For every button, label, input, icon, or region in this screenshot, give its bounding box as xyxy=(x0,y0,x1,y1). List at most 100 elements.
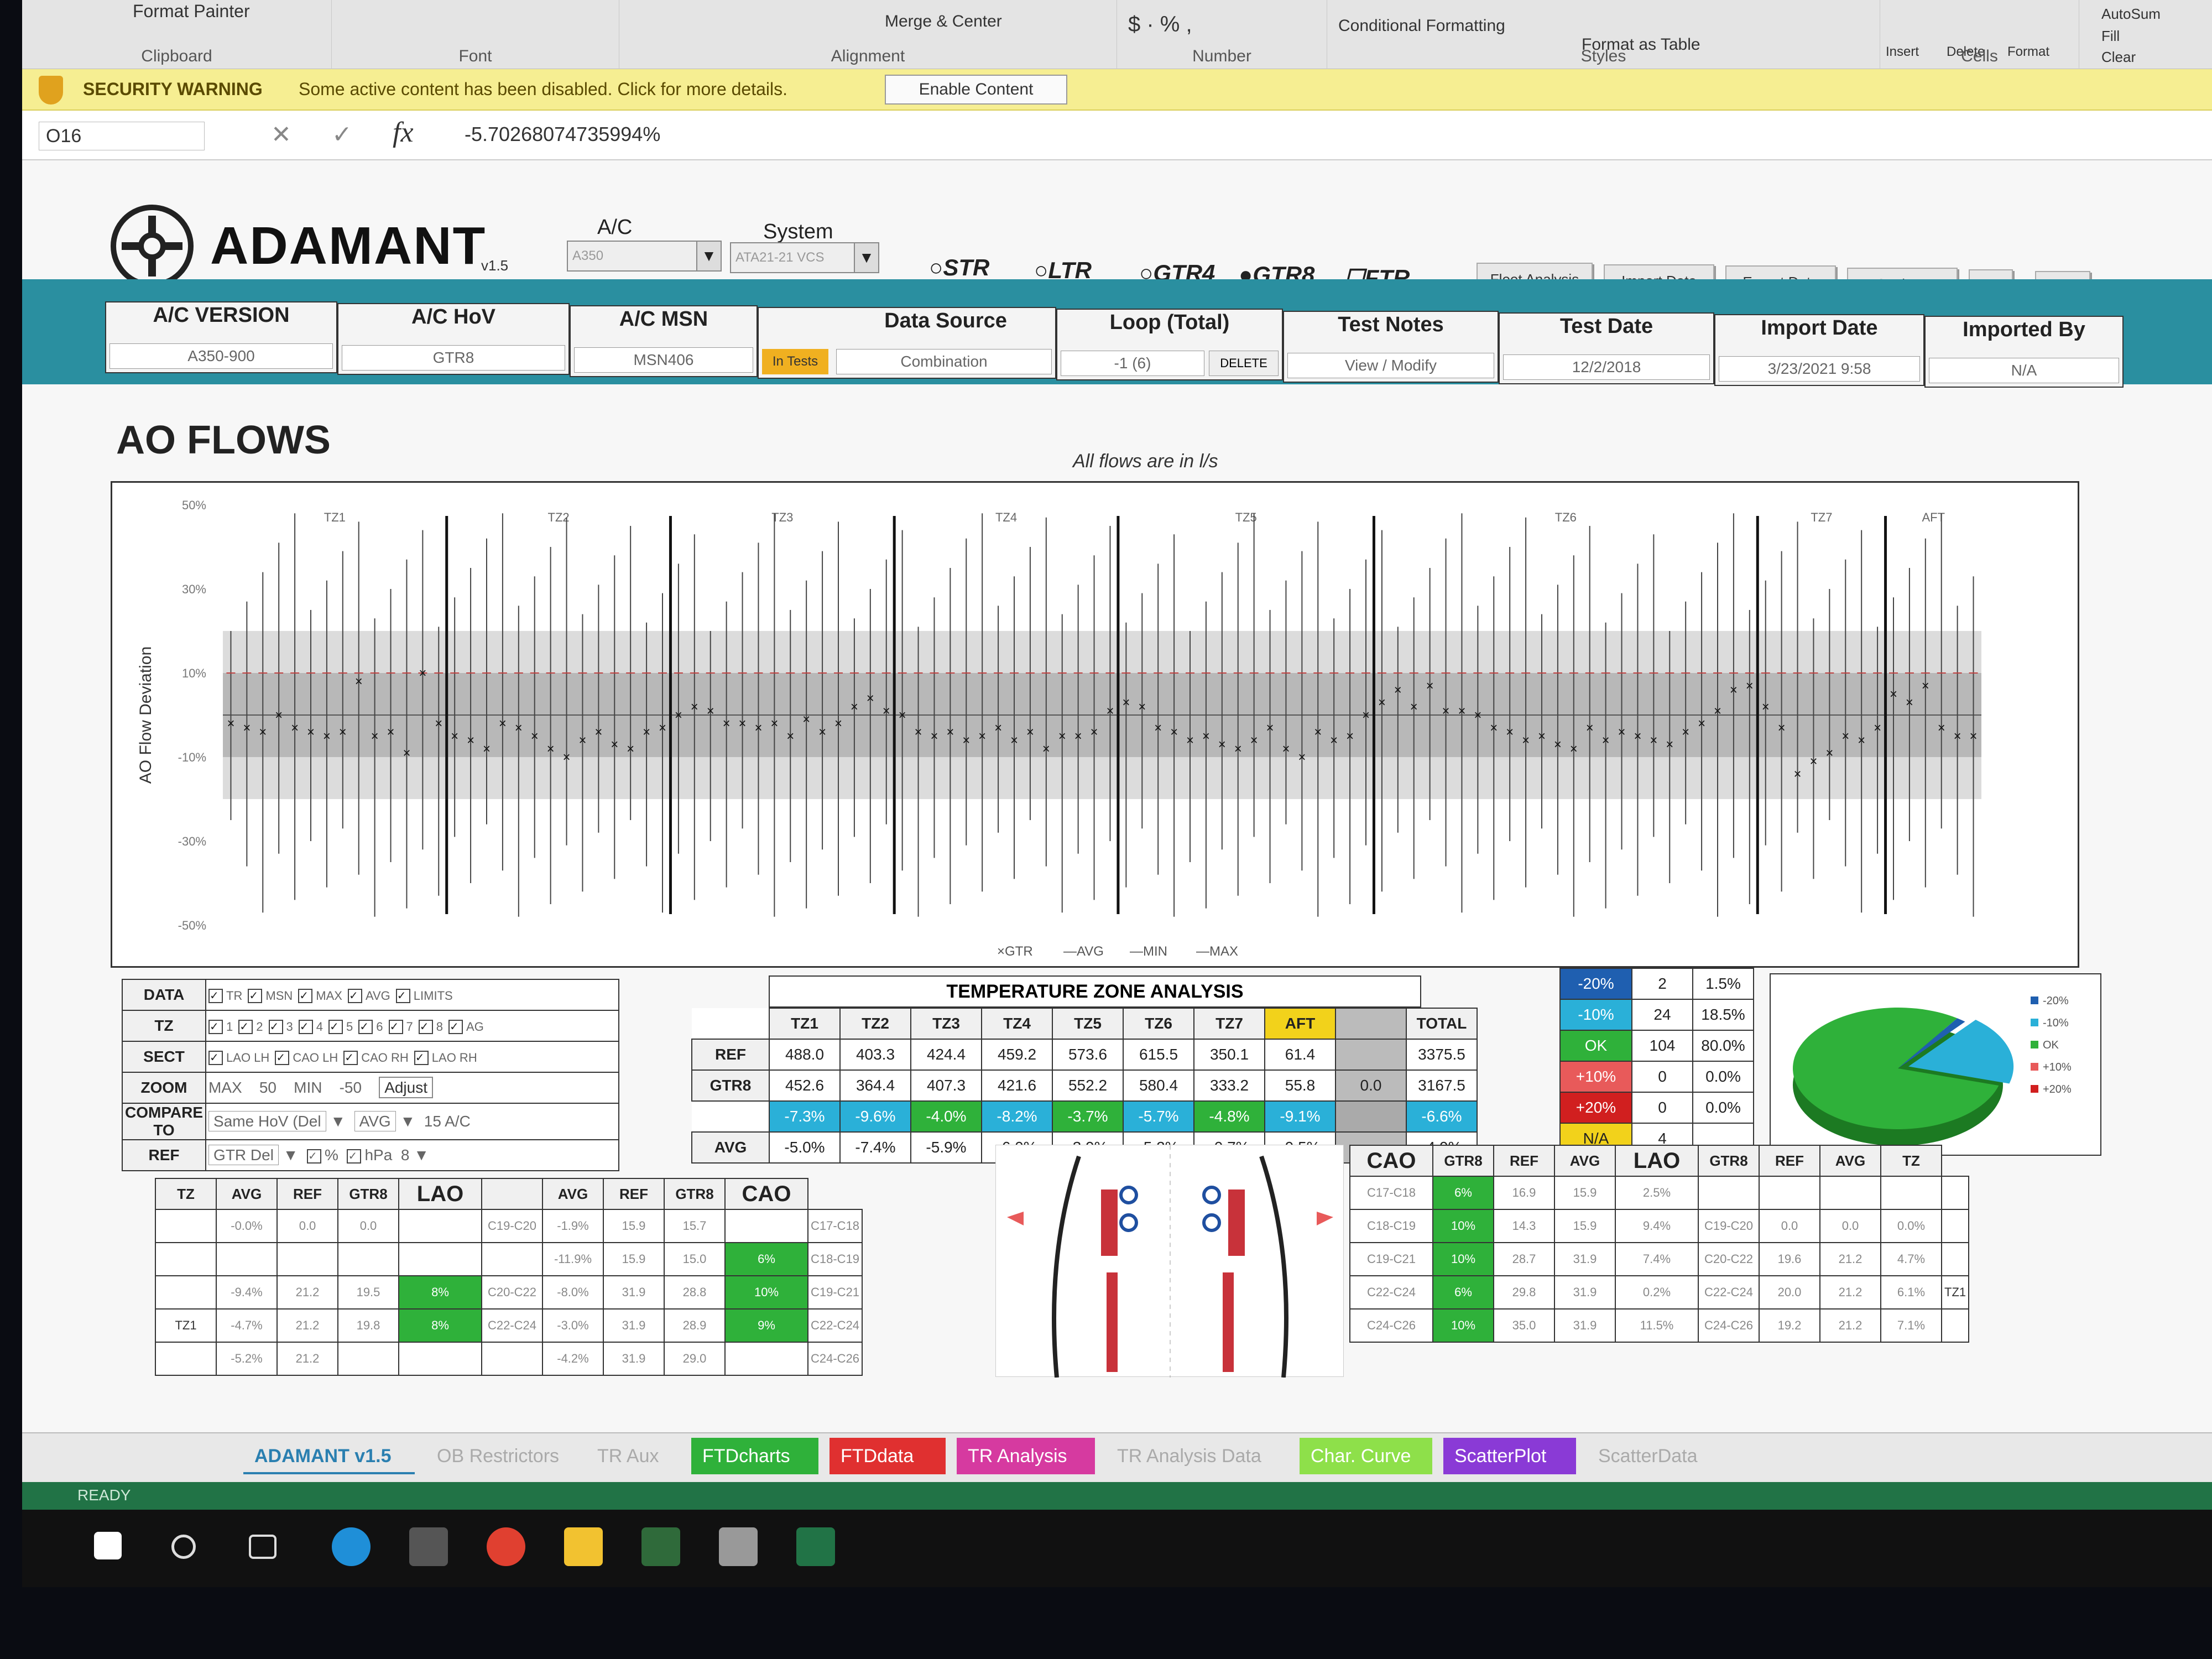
app-icon[interactable] xyxy=(409,1527,448,1566)
sheet-tab[interactable]: TR Aux xyxy=(586,1438,680,1474)
sheet-tab[interactable]: OB Restrictors xyxy=(426,1438,575,1474)
chevron-down-icon[interactable]: ▼ xyxy=(854,243,878,272)
option-checkbox[interactable]: ✓ xyxy=(208,1019,223,1034)
gtr-point: × xyxy=(1154,721,1162,735)
sheet-tab[interactable]: Char. Curve xyxy=(1300,1438,1432,1474)
ac-hov-value[interactable]: GTR8 xyxy=(342,345,565,371)
option-checkbox[interactable]: ✓ xyxy=(414,1050,429,1065)
option-checkbox[interactable]: ✓ xyxy=(275,1050,290,1065)
hpa-option[interactable]: hPa xyxy=(364,1146,392,1164)
ac-version-value[interactable]: A350-900 xyxy=(109,343,333,369)
test-notes-cell[interactable]: Test Notes View / Modify xyxy=(1283,311,1499,383)
chevron-down-icon[interactable]: ▼ xyxy=(696,242,721,270)
enable-content-button[interactable]: Enable Content xyxy=(885,75,1067,105)
task-view-icon[interactable] xyxy=(249,1535,276,1559)
option-checkbox[interactable]: ✓ xyxy=(448,1019,463,1034)
lower-cell: C17-C18 xyxy=(807,1209,863,1243)
ac-msn-cell[interactable]: A/C MSN MSN406 xyxy=(570,305,758,377)
gtr-point: × xyxy=(499,716,507,731)
option-checkbox[interactable]: ✓ xyxy=(328,1019,343,1034)
security-warning-message[interactable]: Some active content has been disabled. C… xyxy=(299,79,787,100)
data-source-cell[interactable]: Data Source In Tests Combination xyxy=(758,307,1056,379)
option-checkbox[interactable]: ✓ xyxy=(298,1019,313,1034)
zoom-max-input[interactable]: 50 xyxy=(259,1079,276,1096)
ref-dropdown[interactable]: GTR Del xyxy=(208,1145,279,1165)
number-format-buttons[interactable]: $ · % , xyxy=(1128,12,1192,37)
gtr-point: × xyxy=(467,733,474,748)
tz-options[interactable]: ✓ 1 ✓ 2 ✓ 3 ✓ 4 ✓ 5 ✓ 6 ✓ 7 ✓ 8 ✓ AG xyxy=(205,1010,619,1042)
imported-by-label: Imported By xyxy=(1963,318,2085,341)
pct-option[interactable]: % xyxy=(325,1146,338,1164)
formula-input[interactable]: -5.70268074735994% xyxy=(465,123,660,146)
system-value: ATA21-21 VCS xyxy=(735,250,825,265)
clear-button[interactable]: Clear xyxy=(2101,49,2136,66)
enter-icon[interactable]: ✓ xyxy=(332,121,352,149)
option-checkbox[interactable]: ✓ xyxy=(418,1019,433,1034)
option-checkbox[interactable]: ✓ xyxy=(395,988,410,1003)
edge-icon[interactable] xyxy=(332,1527,371,1566)
option-checkbox[interactable]: ✓ xyxy=(298,988,313,1003)
delete-loop-button[interactable]: DELETE xyxy=(1209,351,1279,376)
lower-cell: 21.2 xyxy=(276,1308,338,1343)
option-checkbox[interactable]: ✓ xyxy=(238,1019,253,1034)
data-source-value[interactable]: Combination xyxy=(836,349,1052,374)
gtr-point: × xyxy=(1634,729,1641,744)
compare-stat-dropdown[interactable]: AVG xyxy=(354,1111,396,1131)
name-box[interactable]: O16 xyxy=(39,122,205,150)
search-icon[interactable] xyxy=(171,1535,196,1559)
sheet-tab[interactable]: ScatterPlot xyxy=(1443,1438,1576,1474)
gtr-point: × xyxy=(1730,682,1738,697)
ac-dropdown[interactable]: A350 ▼ xyxy=(567,241,722,272)
pie-chart: -20% -10% OK +10% +20% xyxy=(1793,995,2072,1146)
ref-num-dropdown[interactable]: 8 xyxy=(401,1146,410,1164)
adjust-button[interactable]: Adjust xyxy=(379,1077,434,1098)
option-checkbox[interactable]: ✓ xyxy=(358,1019,373,1034)
ac-hov-cell[interactable]: A/C HoV GTR8 xyxy=(337,303,570,375)
system-dropdown[interactable]: ATA21-21 VCS ▼ xyxy=(730,242,879,273)
option-checkbox[interactable]: ✓ xyxy=(208,1050,223,1065)
option-checkbox[interactable]: ✓ xyxy=(388,1019,403,1034)
in-tests-badge[interactable]: In Tests xyxy=(762,349,828,374)
option-checkbox[interactable]: ✓ xyxy=(208,988,223,1003)
fill-button[interactable]: Fill xyxy=(2101,28,2120,45)
loop-total-value[interactable]: -1 (6) xyxy=(1061,351,1204,376)
lower-cell: 0.0 xyxy=(337,1209,399,1243)
lower-cell xyxy=(1940,1209,1970,1243)
sect-options[interactable]: ✓ LAO LH ✓ CAO LH ✓ CAO RH ✓ LAO RH xyxy=(205,1041,619,1073)
autosum-button[interactable]: AutoSum xyxy=(2101,6,2161,23)
cancel-icon[interactable]: ✕ xyxy=(271,121,291,149)
excel-icon[interactable] xyxy=(796,1527,835,1566)
compare-dropdown[interactable]: Same HoV (Del xyxy=(208,1111,326,1131)
lower-cell xyxy=(481,1342,543,1376)
ac-version-cell[interactable]: A/C VERSION A350-900 xyxy=(105,301,337,373)
excel-window: Format Painter Clipboard Font Merge & Ce… xyxy=(22,0,2212,1587)
sheet-tab[interactable]: FTDdata xyxy=(830,1438,946,1474)
ac-msn-value[interactable]: MSN406 xyxy=(574,347,753,373)
lower-cell: 21.2 xyxy=(1819,1275,1881,1310)
radio-str[interactable]: ○STR xyxy=(929,254,989,281)
data-options[interactable]: ✓ TR ✓ MSN ✓ MAX ✓ AVG ✓ LIMITS xyxy=(205,979,619,1011)
merge-center-button[interactable]: Merge & Center xyxy=(885,12,1002,31)
file-explorer-icon[interactable] xyxy=(564,1527,603,1566)
sheet-tab[interactable]: FTDcharts xyxy=(691,1438,818,1474)
app-icon[interactable] xyxy=(641,1527,680,1566)
sheet-tab[interactable]: TR Analysis xyxy=(957,1438,1095,1474)
windows-start-icon[interactable] xyxy=(94,1532,122,1559)
option-checkbox[interactable]: ✓ xyxy=(248,988,263,1003)
lower-cell: 31.9 xyxy=(1554,1308,1616,1343)
option-checkbox[interactable]: ✓ xyxy=(347,988,362,1003)
conditional-formatting-button[interactable]: Conditional Formatting xyxy=(1338,17,1505,35)
loop-total-cell[interactable]: Loop (Total) -1 (6) DELETE xyxy=(1056,309,1283,380)
chrome-icon[interactable] xyxy=(487,1527,525,1566)
lower-col-header xyxy=(481,1178,543,1210)
tza-corner xyxy=(692,1008,769,1039)
zoom-min-input[interactable]: -50 xyxy=(340,1079,362,1096)
app-icon[interactable] xyxy=(719,1527,758,1566)
sheet-tab[interactable]: ADAMANT v1.5 xyxy=(243,1438,415,1474)
option-checkbox[interactable]: ✓ xyxy=(268,1019,283,1034)
sheet-tab[interactable]: TR Analysis Data xyxy=(1106,1438,1288,1474)
test-notes-value[interactable]: View / Modify xyxy=(1287,353,1494,378)
option-checkbox[interactable]: ✓ xyxy=(343,1050,358,1065)
insert-function-button[interactable]: fx xyxy=(393,116,414,149)
sheet-tab[interactable]: ScatterData xyxy=(1587,1438,1725,1474)
